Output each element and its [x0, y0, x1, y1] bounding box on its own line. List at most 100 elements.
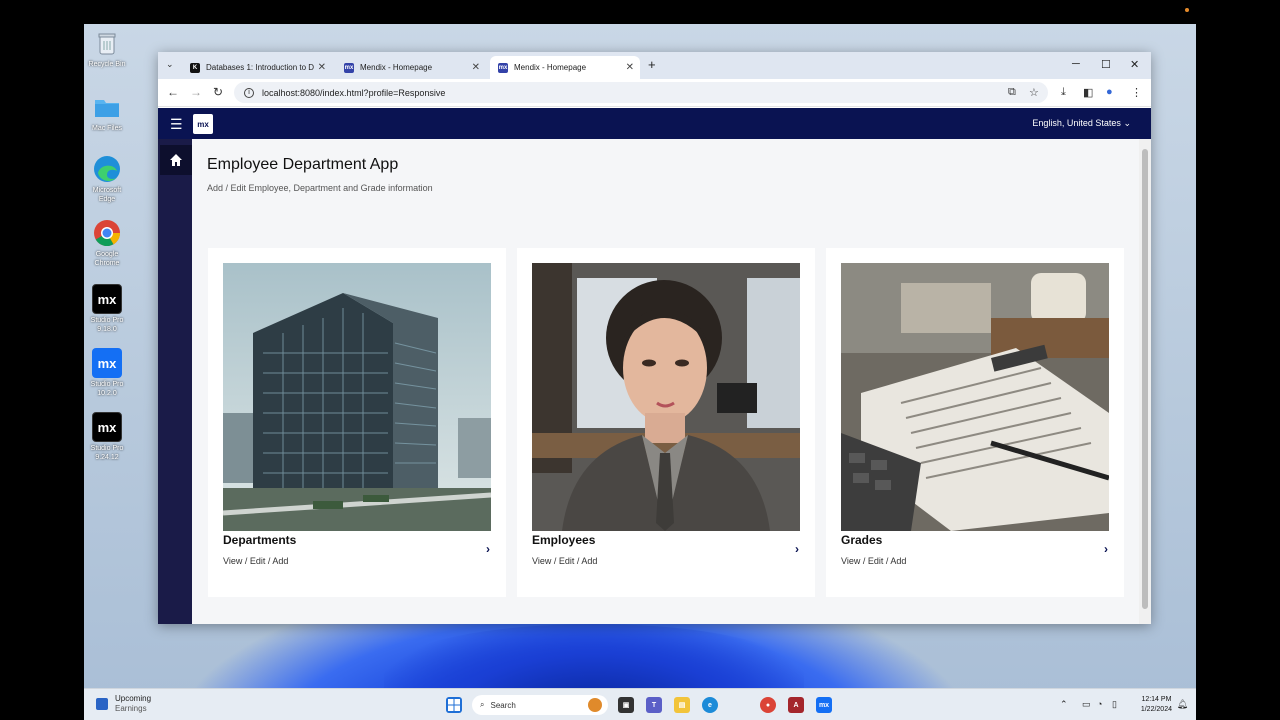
back-icon[interactable]: ← — [167, 85, 179, 99]
tab-title: Databases 1: Introduction to D — [206, 63, 315, 72]
page-subtitle: Add / Edit Employee, Department and Grad… — [207, 183, 433, 193]
chevron-right-icon[interactable]: › — [486, 542, 490, 556]
recycle-bin-icon — [92, 28, 122, 58]
mx-icon: mx — [92, 348, 122, 378]
battery-icon[interactable]: ▯ — [1112, 699, 1117, 710]
building-image — [223, 263, 491, 531]
volume-icon[interactable]: ◔ — [1097, 699, 1102, 709]
access-icon[interactable]: A — [788, 697, 804, 713]
tab-strip: ⌄ K Databases 1: Introduction to D ✕ mx … — [158, 52, 1151, 79]
desktop-icon-edge[interactable]: Microsoft Edge — [84, 154, 130, 204]
address-bar: ← → ↻ i localhost:8080/index.html?profil… — [158, 79, 1151, 107]
tab-mendix-homepage-2[interactable]: mx Mendix - Homepage ✕ — [490, 56, 640, 79]
sidebar — [158, 139, 192, 624]
maximize-button[interactable]: ☐ — [1101, 58, 1111, 71]
desktop-icon-studio-pro-9-24[interactable]: mx Studio Pro 9.24.12 — [84, 412, 130, 462]
widget-title: Upcoming — [115, 694, 152, 703]
widgets-button[interactable]: Upcoming Earnings — [96, 694, 151, 714]
desktop-icon-studio-pro-9-18[interactable]: mx Studio Pro 9.18.0 — [84, 284, 130, 334]
task-view-icon[interactable]: ▣ — [618, 697, 634, 713]
card-title: Grades — [841, 533, 883, 547]
card-title: Employees — [532, 533, 596, 547]
tab-title: Mendix - Homepage — [360, 63, 433, 72]
windows-logo-icon — [448, 699, 460, 711]
search-highlight-icon — [588, 698, 602, 712]
reload-icon[interactable]: ↻ — [213, 85, 223, 99]
tab-search-icon[interactable]: ⌄ — [166, 59, 174, 70]
mx-icon: mx — [92, 412, 122, 442]
tab-title: Mendix - Homepage — [514, 63, 587, 72]
bookmark-star-icon[interactable]: ☆ — [1029, 86, 1039, 99]
search-icon: ⌕ — [480, 700, 485, 709]
card-subtitle: View / Edit / Add — [223, 556, 289, 566]
url-text: localhost:8080/index.html?profile=Respon… — [262, 87, 446, 98]
url-input[interactable]: i localhost:8080/index.html?profile=Resp… — [234, 82, 1048, 103]
clock-date: 1/22/2024 — [1140, 706, 1172, 713]
browser-window: ⌄ K Databases 1: Introduction to D ✕ mx … — [158, 52, 1151, 624]
teams-icon[interactable]: T — [646, 697, 662, 713]
install-app-icon[interactable]: ⧉ — [1008, 86, 1016, 99]
site-info-icon[interactable]: i — [244, 87, 254, 98]
app-header: ☰ mx English, United States ⌄ — [158, 108, 1151, 139]
main-content: Employee Department App Add / Edit Emplo… — [192, 139, 1139, 624]
file-explorer-icon[interactable]: ▤ — [674, 697, 690, 713]
notification-bell-icon[interactable]: 🔔︎ — [1177, 699, 1188, 710]
chevron-right-icon[interactable]: › — [795, 542, 799, 556]
mx-icon: mx — [92, 284, 122, 314]
new-tab-button[interactable]: + — [648, 57, 656, 72]
show-hidden-icons[interactable]: ⌃ — [1060, 699, 1068, 710]
start-button[interactable] — [446, 697, 462, 713]
recording-indicator — [1185, 8, 1189, 12]
page-scrollbar[interactable] — [1139, 139, 1151, 624]
desktop-icon-mac-files[interactable]: Mac Files — [84, 92, 130, 133]
edge-taskbar-icon[interactable]: e — [702, 697, 718, 713]
favicon-k-icon: K — [190, 62, 200, 73]
payslip-image — [841, 263, 1109, 531]
language-label: English, United States — [1032, 118, 1121, 128]
download-icon[interactable]: ⤓ — [1061, 86, 1066, 99]
chevron-right-icon[interactable]: › — [1104, 542, 1108, 556]
taskbar: Upcoming Earnings ⌕ Search ▣ T ▤ e ● A m… — [84, 688, 1196, 720]
card-employees[interactable]: Employees View / Edit / Add › — [517, 248, 815, 597]
close-tab-icon[interactable]: ✕ — [318, 62, 326, 73]
home-button[interactable] — [160, 145, 192, 175]
scrollbar-thumb[interactable] — [1142, 149, 1148, 609]
profile-icon[interactable]: ● — [1106, 86, 1113, 98]
side-panel-icon[interactable]: ◧ — [1083, 86, 1093, 99]
chevron-down-icon: ⌄ — [1123, 118, 1131, 128]
tab-mendix-homepage-1[interactable]: mx Mendix - Homepage ✕ — [336, 56, 486, 79]
forward-icon[interactable]: → — [190, 85, 202, 99]
favicon-mx-icon: mx — [344, 62, 354, 73]
card-subtitle: View / Edit / Add — [532, 556, 598, 566]
card-subtitle: View / Edit / Add — [841, 556, 907, 566]
mendix-app: ☰ mx English, United States ⌄ Employee D… — [158, 108, 1151, 624]
widget-subtitle: Earnings — [115, 704, 147, 713]
close-tab-icon[interactable]: ✕ — [472, 62, 480, 73]
search-placeholder: Search — [490, 700, 516, 710]
language-selector[interactable]: English, United States ⌄ — [1032, 118, 1131, 129]
studio-pro-taskbar-icon[interactable]: mx — [816, 697, 832, 713]
close-tab-icon[interactable]: ✕ — [626, 62, 634, 73]
taskbar-search-input[interactable]: ⌕ Search — [472, 695, 608, 715]
folder-icon — [92, 92, 122, 122]
hamburger-menu-icon[interactable]: ☰ — [170, 116, 183, 133]
card-grades[interactable]: Grades View / Edit / Add › — [826, 248, 1124, 597]
card-departments[interactable]: Departments View / Edit / Add › — [208, 248, 506, 597]
favicon-mx-icon: mx — [498, 62, 508, 73]
menu-kebab-icon[interactable]: ⋮ — [1131, 86, 1142, 99]
desktop-icon-chrome[interactable]: Google Chrome — [84, 218, 130, 268]
home-icon — [170, 154, 182, 166]
page-title: Employee Department App — [207, 156, 399, 173]
minimize-button[interactable]: ─ — [1072, 58, 1080, 70]
mx-logo[interactable]: mx — [193, 114, 213, 134]
clock-time: 12:14 PM — [1141, 696, 1172, 703]
chrome-taskbar-icon[interactable]: ● — [760, 697, 776, 713]
close-window-button[interactable]: ✕ — [1130, 58, 1139, 71]
system-clock[interactable]: 12:14 PM 1/22/2024 — [1141, 695, 1172, 715]
desktop-icon-recycle-bin[interactable]: Recycle Bin — [84, 28, 130, 69]
desktop-icon-studio-pro-10-2[interactable]: mx Studio Pro 10.2.0 — [84, 348, 130, 398]
network-icon[interactable]: ▭ — [1082, 699, 1091, 710]
tab-databases[interactable]: K Databases 1: Introduction to D ✕ — [182, 56, 332, 79]
stock-chart-icon — [96, 698, 108, 710]
edge-icon — [92, 154, 122, 184]
